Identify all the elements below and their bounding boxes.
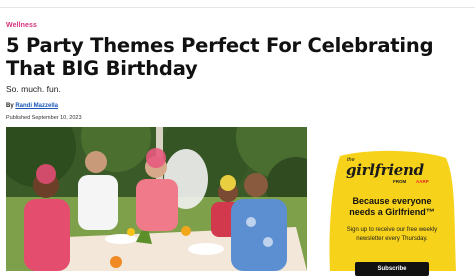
promo-body: Sign up to receive our free weekly newsl… [332, 226, 452, 244]
hero-image [6, 127, 307, 271]
article-subtitle: So. much. fun. [6, 84, 61, 94]
header-divider [0, 7, 475, 8]
aarp-logo: AARP [416, 179, 429, 184]
subscribe-button[interactable]: Subscribe [355, 262, 429, 276]
newsletter-promo: the girlfriend FROM AARP Because everyon… [328, 150, 456, 276]
promo-body-line2: newsletter every Thursday. [356, 236, 428, 242]
published-date: Published September 10, 2023 [6, 115, 82, 121]
byline-prefix: By [6, 103, 16, 109]
byline: By Randi Mazzella [6, 103, 58, 109]
category-link[interactable]: Wellness [6, 22, 37, 29]
author-link[interactable]: Randi Mazzella [15, 103, 58, 109]
girlfriend-logo: girlfriend [346, 161, 424, 179]
promo-headline: Because everyone needs a Girlfriend™ [328, 196, 456, 218]
article-title: 5 Party Themes Perfect For Celebrating T… [6, 34, 434, 80]
promo-body-line1: Sign up to receive our free weekly [346, 227, 438, 233]
party-photo-icon [6, 127, 307, 271]
promo-headline-line2: needs a Girlfriend™ [349, 207, 435, 217]
logo-from: FROM [393, 179, 407, 184]
promo-headline-line1: Because everyone [352, 196, 432, 206]
